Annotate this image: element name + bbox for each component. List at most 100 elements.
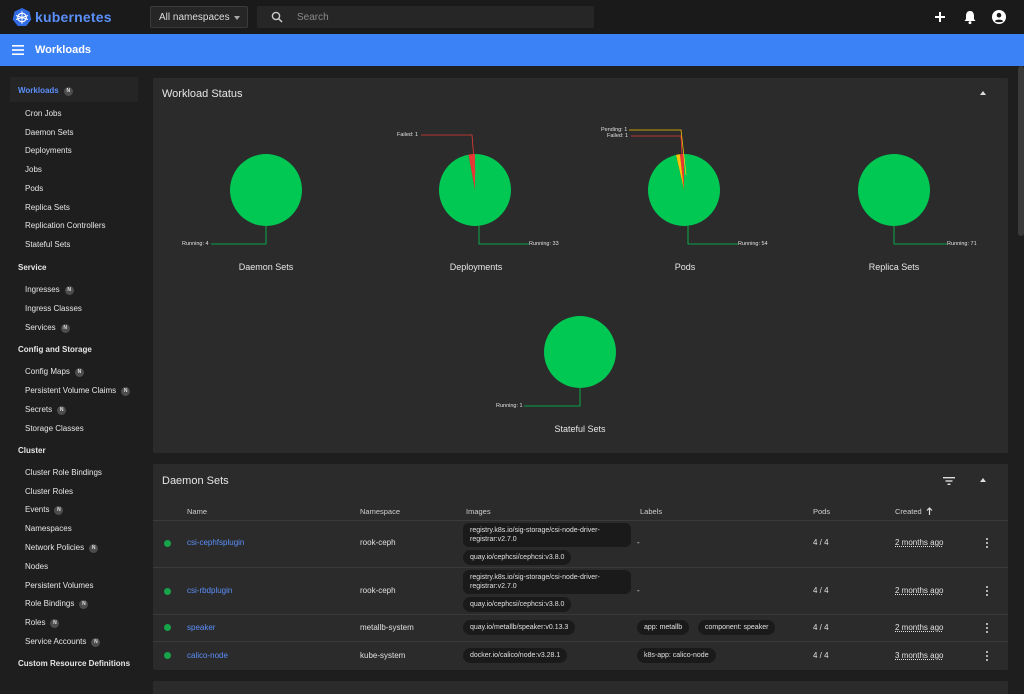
sidebar-item-nodes[interactable]: Nodes <box>25 562 48 571</box>
sidebar-section-workloads[interactable]: Workloads N <box>18 86 73 96</box>
pie-label-failed: Failed: 1 <box>607 133 629 139</box>
sidebar-item-persistent-volumes[interactable]: Persistent Volumes <box>25 581 93 590</box>
pie-leader-line-running <box>893 226 947 245</box>
sidebar-item-namespaces[interactable]: Namespaces <box>25 524 72 533</box>
new-badge: N <box>64 286 74 295</box>
pie-leader-line-running <box>478 226 529 245</box>
image-chip: quay.io/metallb/speaker:v0.13.3 <box>463 620 576 635</box>
namespace-cell: metallb-system <box>360 623 414 632</box>
sidebar-item-network-policies[interactable]: Network Policies N <box>25 543 99 553</box>
sidebar-item-deployments[interactable]: Deployments <box>25 146 72 155</box>
new-badge: N <box>91 638 101 647</box>
pie-label-running: Running: 54 <box>738 241 768 247</box>
page-scrollbar[interactable] <box>1018 66 1024 236</box>
column-header-created[interactable]: Created <box>895 507 933 516</box>
row-menu-icon[interactable] <box>986 586 989 598</box>
new-badge: N <box>74 368 84 377</box>
new-badge: N <box>121 387 131 396</box>
daemon-set-name-link[interactable]: calico-node <box>187 651 228 660</box>
sidebar-section-cluster[interactable]: Cluster <box>18 446 46 455</box>
new-badge: N <box>60 324 70 333</box>
table-row: speaker metallb-system quay.io/metallb/s… <box>153 614 1008 641</box>
column-header-label: Created <box>895 507 922 516</box>
account-icon[interactable] <box>991 9 1007 25</box>
pie-leader-line-running <box>211 226 267 245</box>
sidebar-section-custom-resource-definitions[interactable]: Custom Resource Definitions <box>18 659 130 668</box>
sidebar-item-service-accounts[interactable]: Service Accounts N <box>25 637 101 647</box>
sidebar-item-secrets[interactable]: Secrets N <box>25 405 67 415</box>
sidebar-section-config-and-storage[interactable]: Config and Storage <box>18 345 92 354</box>
brand-name[interactable]: kubernetes <box>35 9 112 25</box>
row-menu-icon[interactable] <box>986 651 989 663</box>
sidebar-item-persistent-volume-claims[interactable]: Persistent Volume Claims N <box>25 386 131 396</box>
sidebar-item-label: Network Policies <box>25 543 85 552</box>
pie-label-running: Running: 1 <box>496 403 523 409</box>
table-row: csi-rbdplugin rook-ceph registry.k8s.io/… <box>153 567 1008 614</box>
created-cell[interactable]: 2 months ago <box>895 623 943 632</box>
search-box[interactable] <box>257 6 594 28</box>
created-cell[interactable]: 3 months ago <box>895 651 943 660</box>
row-menu-icon[interactable] <box>986 538 989 550</box>
sidebar-item-jobs[interactable]: Jobs <box>25 165 42 174</box>
search-input[interactable] <box>297 9 587 25</box>
pie-slice-running[interactable] <box>648 154 720 226</box>
deployments-card <box>153 681 1008 694</box>
pie-slice-running[interactable] <box>230 154 302 226</box>
pie-label-running: Running: 33 <box>529 241 559 247</box>
labels-cell: - <box>637 586 640 595</box>
new-badge: N <box>79 600 89 609</box>
new-badge: N <box>54 506 64 515</box>
column-header-name[interactable]: Name <box>187 507 207 516</box>
sidebar-item-label: Role Bindings <box>25 599 75 608</box>
sidebar-item-cron-jobs[interactable]: Cron Jobs <box>25 109 61 118</box>
namespace-cell: kube-system <box>360 651 406 660</box>
sidebar-item-events[interactable]: Events N <box>25 505 64 515</box>
chart-title-stateful-sets: Stateful Sets <box>554 424 606 434</box>
pie-slice-running[interactable] <box>858 154 930 226</box>
sidebar-item-label: Ingresses <box>25 285 60 294</box>
table-row: calico-node kube-system docker.io/calico… <box>153 641 1008 669</box>
daemon-set-name-link[interactable]: speaker <box>187 623 215 632</box>
pie-slice-running[interactable] <box>544 316 616 388</box>
sort-arrow-up-icon[interactable] <box>926 507 933 515</box>
pie-label-failed: Failed: 1 <box>397 132 419 138</box>
sidebar-item-storage-classes[interactable]: Storage Classes <box>25 424 84 433</box>
chart-title-replica-sets: Replica Sets <box>868 262 920 272</box>
notifications-bell-icon[interactable] <box>962 9 978 25</box>
sidebar-item-cluster-role-bindings[interactable]: Cluster Role Bindings <box>25 468 102 477</box>
sidebar-item-label: Config Maps <box>25 367 70 376</box>
sidebar-item-replica-sets[interactable]: Replica Sets <box>25 203 70 212</box>
sidebar-item-config-maps[interactable]: Config Maps N <box>25 367 84 377</box>
sidebar-item-pods[interactable]: Pods <box>25 184 43 193</box>
filter-icon[interactable] <box>943 476 955 486</box>
created-cell[interactable]: 2 months ago <box>895 586 943 595</box>
row-menu-icon[interactable] <box>986 623 989 635</box>
pie-leader-line-running <box>687 226 738 245</box>
pie-label-running: Running: 4 <box>182 241 209 247</box>
sidebar-item-cluster-roles[interactable]: Cluster Roles <box>25 487 73 496</box>
daemon-set-name-link[interactable]: csi-cephfsplugin <box>187 538 244 547</box>
sidebar-item-replication-controllers[interactable]: Replication Controllers <box>25 221 105 230</box>
daemon-set-name-link[interactable]: csi-rbdplugin <box>187 586 232 595</box>
sidebar-item-roles[interactable]: Roles N <box>25 618 60 628</box>
collapse-caret-icon[interactable] <box>980 478 986 482</box>
title-bar: Workloads <box>0 34 1024 66</box>
image-chip: registry.k8s.io/sig-storage/csi-node-dri… <box>463 523 631 547</box>
pods-cell: 4 / 4 <box>813 586 829 595</box>
add-icon[interactable] <box>932 9 948 25</box>
sidebar-section-service[interactable]: Service <box>18 263 46 272</box>
sidebar-item-daemon-sets[interactable]: Daemon Sets <box>25 128 73 137</box>
sidebar-item-services[interactable]: Services N <box>25 323 70 333</box>
sidebar-item-role-bindings[interactable]: Role Bindings N <box>25 599 89 609</box>
created-cell[interactable]: 2 months ago <box>895 538 943 547</box>
kubernetes-logo-icon[interactable] <box>12 7 32 27</box>
sidebar-item-ingress-classes[interactable]: Ingress Classes <box>25 304 82 313</box>
column-header-namespace[interactable]: Namespace <box>360 507 400 516</box>
namespace-select[interactable]: All namespaces <box>150 6 248 28</box>
menu-icon[interactable] <box>12 45 24 55</box>
sidebar-item-stateful-sets[interactable]: Stateful Sets <box>25 240 70 249</box>
pods-cell: 4 / 4 <box>813 651 829 660</box>
sidebar-item-ingresses[interactable]: Ingresses N <box>25 285 74 295</box>
new-badge: N <box>50 619 60 628</box>
status-ok-icon <box>164 540 171 547</box>
